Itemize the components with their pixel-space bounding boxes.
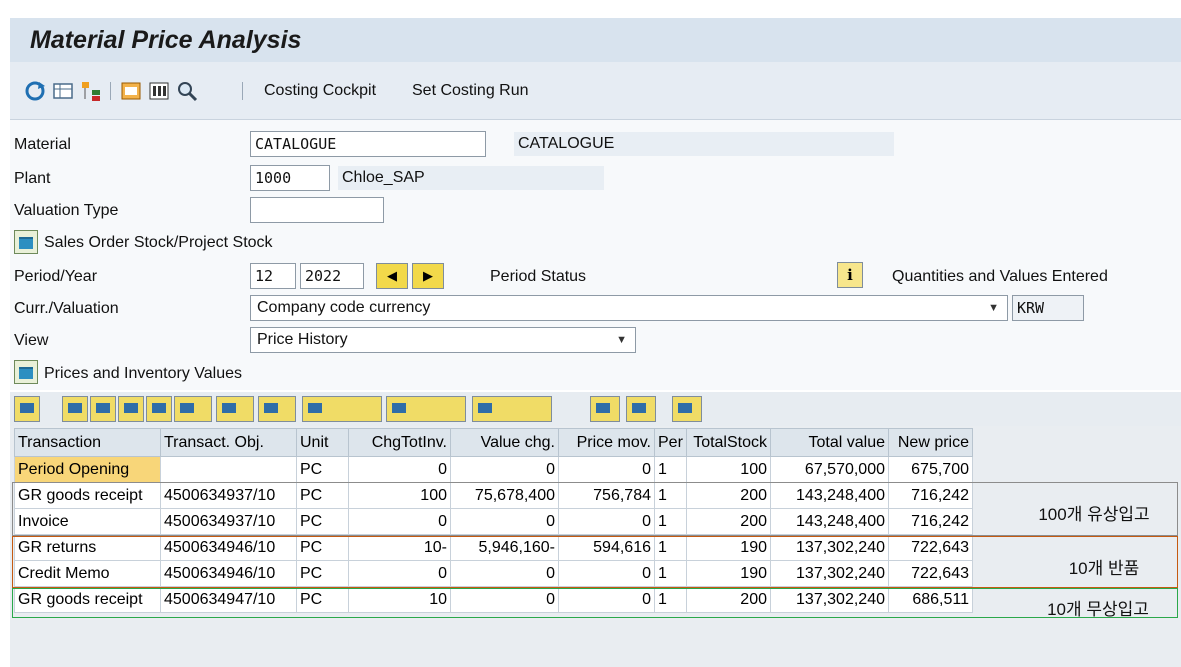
column-header[interactable]: Transaction <box>14 428 161 457</box>
view-value: Price History <box>257 331 348 348</box>
expand-folder-icon[interactable] <box>14 360 38 384</box>
annotation-box-paid-receipt <box>12 482 1178 536</box>
sort-ascending-icon[interactable] <box>62 396 88 422</box>
quantities-values-status: Quantities and Values Entered <box>892 268 1108 285</box>
arrow-right-icon: ▶ <box>423 268 433 283</box>
column-header[interactable]: TotalStock <box>686 428 771 457</box>
table-header-row: Transaction Transact. Obj. Unit ChgTotInv. V… <box>14 428 973 457</box>
currency-valuation-label: Curr./Valuation <box>14 300 119 317</box>
column-header[interactable]: Value chg. <box>450 428 559 457</box>
period-year-label: Period/Year <box>14 268 98 285</box>
title-bar: Material Price Analysis <box>10 18 1181 62</box>
annotation-box-free-receipt <box>12 588 1178 618</box>
table-cell: 100 <box>686 456 771 483</box>
period-status-label: Period Status <box>490 268 587 285</box>
material-label: Material <box>14 136 71 153</box>
currency-field: KRW <box>1012 295 1084 321</box>
display-icon[interactable] <box>120 80 142 102</box>
find-next-icon[interactable] <box>146 396 172 422</box>
valuation-type-input[interactable] <box>250 197 384 223</box>
table-cell: 0 <box>558 456 655 483</box>
plant-label: Plant <box>14 170 51 187</box>
filter-icon[interactable] <box>174 396 212 422</box>
table-row[interactable]: Period Opening PC 0 0 0 1 100 67,570,000 675,700 <box>14 456 973 483</box>
info-icon[interactable]: i <box>837 262 863 288</box>
annotation-note-free-receipt: 10개 무상입고 <box>1047 600 1149 619</box>
table-cell <box>160 456 297 483</box>
costing-cockpit-button[interactable]: Costing Cockpit <box>264 82 376 100</box>
layout-icon[interactable] <box>472 396 552 422</box>
find-icon[interactable] <box>118 396 144 422</box>
column-header[interactable]: Unit <box>296 428 349 457</box>
previous-period-button[interactable]: ◀ <box>376 263 408 289</box>
material-input[interactable]: CATALOGUE <box>250 131 486 157</box>
copy-icon[interactable] <box>672 396 702 422</box>
details-icon[interactable] <box>14 396 40 422</box>
sort-descending-icon[interactable] <box>90 396 116 422</box>
table-cell: 0 <box>348 456 451 483</box>
print-icon[interactable] <box>302 396 382 422</box>
annotation-box-returns <box>12 536 1178 588</box>
chevron-down-icon: ▼ <box>988 302 999 314</box>
table-cell: 67,570,000 <box>770 456 889 483</box>
view-label: View <box>14 332 49 349</box>
refresh-icon[interactable] <box>24 80 46 102</box>
table-cell: PC <box>296 456 349 483</box>
column-header[interactable]: New price <box>888 428 973 457</box>
graphic-icon[interactable] <box>590 396 620 422</box>
column-header[interactable]: Total value <box>770 428 889 457</box>
column-header[interactable]: ChgTotInv. <box>348 428 451 457</box>
column-header[interactable]: Per <box>654 428 687 457</box>
annotation-note-returns: 10개 반품 <box>1068 559 1140 578</box>
prices-inventory-label[interactable]: Prices and Inventory Values <box>44 365 242 383</box>
column-header[interactable]: Price mov. <box>558 428 655 457</box>
table-cell: 0 <box>450 456 559 483</box>
columns-icon[interactable] <box>148 80 170 102</box>
toolbar-separator <box>110 82 111 100</box>
sales-order-stock-label[interactable]: Sales Order Stock/Project Stock <box>44 234 273 252</box>
selection-form: Material CATALOGUE CATALOGUE Plant 1000 … <box>10 120 1181 390</box>
arrow-left-icon: ◀ <box>387 268 397 283</box>
hierarchy-icon[interactable] <box>80 80 102 102</box>
subtotal-icon[interactable] <box>258 396 296 422</box>
search-icon[interactable] <box>176 80 198 102</box>
period-input[interactable]: 12 <box>250 263 296 289</box>
export-icon[interactable] <box>386 396 466 422</box>
information-icon[interactable] <box>626 396 656 422</box>
column-header[interactable]: Transact. Obj. <box>160 428 297 457</box>
year-input[interactable]: 2022 <box>300 263 364 289</box>
plant-input[interactable]: 1000 <box>250 165 330 191</box>
expand-folder-icon[interactable] <box>14 230 38 254</box>
table-cell: 675,700 <box>888 456 973 483</box>
valuation-type-label: Valuation Type <box>14 202 119 219</box>
table-cell: Period Opening <box>14 456 161 483</box>
alv-toolbar <box>10 392 1181 426</box>
view-select[interactable]: Price History ▼ <box>250 327 636 353</box>
table-cell: 1 <box>654 456 687 483</box>
material-description: CATALOGUE <box>514 132 894 156</box>
app-toolbar: Costing Cockpit Set Costing Run <box>10 62 1181 120</box>
plant-description: Chloe_SAP <box>338 166 604 190</box>
currency-valuation-select[interactable]: Company code currency ▼ <box>250 295 1008 321</box>
set-costing-run-button[interactable]: Set Costing Run <box>412 82 529 100</box>
annotation-note-paid-receipt: 100개 유상입고 <box>1038 505 1150 524</box>
next-period-button[interactable]: ▶ <box>412 263 444 289</box>
toolbar-separator <box>242 82 243 100</box>
chevron-down-icon: ▼ <box>616 334 627 346</box>
sum-icon[interactable] <box>216 396 254 422</box>
page-title: Material Price Analysis <box>30 26 302 54</box>
currency-valuation-value: Company code currency <box>257 299 431 316</box>
table-icon[interactable] <box>52 80 74 102</box>
